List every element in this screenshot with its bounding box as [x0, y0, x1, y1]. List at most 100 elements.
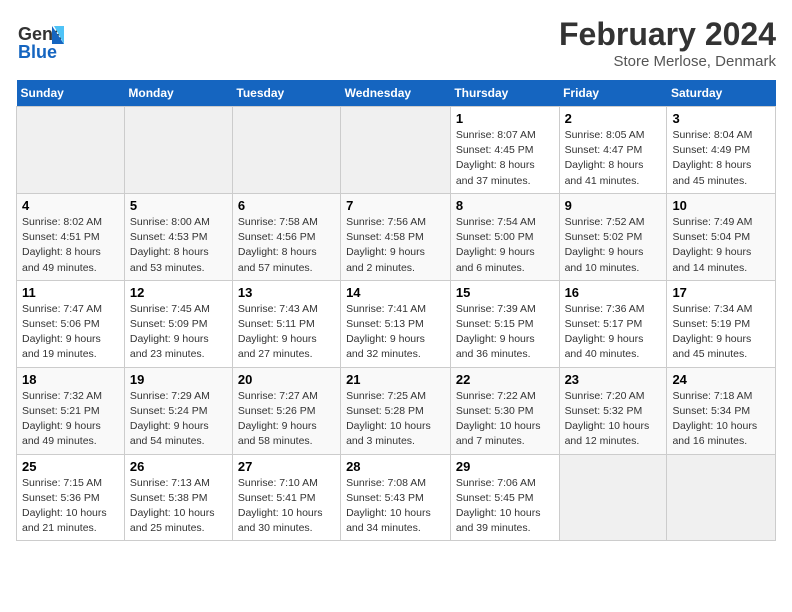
calendar-cell	[559, 454, 667, 541]
day-number: 21	[346, 372, 445, 387]
day-info: Sunrise: 7:27 AM Sunset: 5:26 PM Dayligh…	[238, 389, 335, 450]
day-number: 5	[130, 198, 227, 213]
day-info: Sunrise: 7:52 AM Sunset: 5:02 PM Dayligh…	[565, 215, 662, 276]
calendar-cell: 4Sunrise: 8:02 AM Sunset: 4:51 PM Daylig…	[17, 193, 125, 280]
calendar-cell: 25 Sunrise: 7:15 AM Sunset: 5:36 PM Dayli…	[17, 454, 125, 541]
day-number: 1	[456, 111, 554, 126]
page-header: General Blue February 2024 Store Merlose…	[16, 16, 776, 70]
calendar-cell: 7 Sunrise: 7:56 AM Sunset: 4:58 PM Daylig…	[341, 193, 451, 280]
calendar-cell: 27Sunrise: 7:10 AM Sunset: 5:41 PM Dayli…	[232, 454, 340, 541]
day-info: Sunrise: 7:22 AM Sunset: 5:30 PM Dayligh…	[456, 389, 554, 450]
day-number: 13	[238, 285, 335, 300]
day-info: Sunrise: 7:54 AM Sunset: 5:00 PM Dayligh…	[456, 215, 554, 276]
logo: General Blue	[16, 16, 64, 64]
day-info: Sunrise: 7:20 AM Sunset: 5:32 PM Dayligh…	[565, 389, 662, 450]
day-number: 3	[672, 111, 770, 126]
svg-text:Blue: Blue	[18, 42, 57, 62]
calendar-cell: 18 Sunrise: 7:32 AM Sunset: 5:21 PM Dayli…	[17, 367, 125, 454]
day-info: Sunrise: 7:47 AM Sunset: 5:06 PM Dayligh…	[22, 302, 119, 363]
weekday-header-row: SundayMondayTuesdayWednesdayThursdayFrid…	[17, 80, 776, 107]
calendar-cell: 8 Sunrise: 7:54 AM Sunset: 5:00 PM Daylig…	[450, 193, 559, 280]
day-info: Sunrise: 7:25 AM Sunset: 5:28 PM Dayligh…	[346, 389, 445, 450]
day-info: Sunrise: 7:41 AM Sunset: 5:13 PM Dayligh…	[346, 302, 445, 363]
day-number: 7	[346, 198, 445, 213]
calendar-cell	[667, 454, 776, 541]
calendar-table: SundayMondayTuesdayWednesdayThursdayFrid…	[16, 80, 776, 541]
location-subtitle: Store Merlose, Denmark	[559, 53, 776, 70]
calendar-cell: 11 Sunrise: 7:47 AM Sunset: 5:06 PM Dayli…	[17, 280, 125, 367]
calendar-cell	[341, 107, 451, 194]
calendar-cell: 17 Sunrise: 7:34 AM Sunset: 5:19 PM Dayli…	[667, 280, 776, 367]
calendar-cell: 6 Sunrise: 7:58 AM Sunset: 4:56 PM Daylig…	[232, 193, 340, 280]
day-number: 24	[672, 372, 770, 387]
day-info: Sunrise: 8:00 AM Sunset: 4:53 PM Dayligh…	[130, 215, 227, 276]
day-number: 16	[565, 285, 662, 300]
calendar-cell: 5 Sunrise: 8:00 AM Sunset: 4:53 PM Daylig…	[124, 193, 232, 280]
day-info: Sunrise: 7:36 AM Sunset: 5:17 PM Dayligh…	[565, 302, 662, 363]
calendar-cell: 26 Sunrise: 7:13 AM Sunset: 5:38 PM Dayli…	[124, 454, 232, 541]
weekday-header-tuesday: Tuesday	[232, 80, 340, 107]
calendar-cell: 22Sunrise: 7:22 AM Sunset: 5:30 PM Dayli…	[450, 367, 559, 454]
day-number: 28	[346, 459, 445, 474]
calendar-cell: 13 Sunrise: 7:43 AM Sunset: 5:11 PM Dayli…	[232, 280, 340, 367]
week-row-5: 25 Sunrise: 7:15 AM Sunset: 5:36 PM Dayli…	[17, 454, 776, 541]
day-info: Sunrise: 7:49 AM Sunset: 5:04 PM Dayligh…	[672, 215, 770, 276]
day-info: Sunrise: 7:34 AM Sunset: 5:19 PM Dayligh…	[672, 302, 770, 363]
day-number: 17	[672, 285, 770, 300]
logo-icon: General Blue	[16, 16, 64, 64]
day-number: 18	[22, 372, 119, 387]
day-info: Sunrise: 8:02 AM Sunset: 4:51 PM Dayligh…	[22, 215, 119, 276]
week-row-4: 18 Sunrise: 7:32 AM Sunset: 5:21 PM Dayli…	[17, 367, 776, 454]
day-number: 14	[346, 285, 445, 300]
day-number: 20	[238, 372, 335, 387]
day-info: Sunrise: 7:29 AM Sunset: 5:24 PM Dayligh…	[130, 389, 227, 450]
calendar-cell: 3 Sunrise: 8:04 AM Sunset: 4:49 PM Daylig…	[667, 107, 776, 194]
day-info: Sunrise: 8:07 AM Sunset: 4:45 PM Dayligh…	[456, 128, 554, 189]
day-number: 11	[22, 285, 119, 300]
day-number: 12	[130, 285, 227, 300]
day-number: 23	[565, 372, 662, 387]
calendar-cell: 1 Sunrise: 8:07 AM Sunset: 4:45 PM Daylig…	[450, 107, 559, 194]
calendar-cell: 9 Sunrise: 7:52 AM Sunset: 5:02 PM Daylig…	[559, 193, 667, 280]
calendar-cell: 20 Sunrise: 7:27 AM Sunset: 5:26 PM Dayli…	[232, 367, 340, 454]
day-info: Sunrise: 7:08 AM Sunset: 5:43 PM Dayligh…	[346, 476, 445, 537]
day-info: Sunrise: 7:43 AM Sunset: 5:11 PM Dayligh…	[238, 302, 335, 363]
day-number: 19	[130, 372, 227, 387]
day-number: 25	[22, 459, 119, 474]
day-number: 2	[565, 111, 662, 126]
day-info: Sunrise: 7:13 AM Sunset: 5:38 PM Dayligh…	[130, 476, 227, 537]
day-number: 29	[456, 459, 554, 474]
day-info: Sunrise: 8:05 AM Sunset: 4:47 PM Dayligh…	[565, 128, 662, 189]
day-number: 15	[456, 285, 554, 300]
day-number: 26	[130, 459, 227, 474]
calendar-cell: 28 Sunrise: 7:08 AM Sunset: 5:43 PM Dayli…	[341, 454, 451, 541]
title-block: February 2024 Store Merlose, Denmark	[559, 16, 776, 70]
calendar-cell: 2 Sunrise: 8:05 AM Sunset: 4:47 PM Daylig…	[559, 107, 667, 194]
calendar-cell: 10 Sunrise: 7:49 AM Sunset: 5:04 PM Dayli…	[667, 193, 776, 280]
day-info: Sunrise: 7:06 AM Sunset: 5:45 PM Dayligh…	[456, 476, 554, 537]
day-number: 8	[456, 198, 554, 213]
calendar-cell: 15 Sunrise: 7:39 AM Sunset: 5:15 PM Dayli…	[450, 280, 559, 367]
day-info: Sunrise: 7:32 AM Sunset: 5:21 PM Dayligh…	[22, 389, 119, 450]
calendar-cell: 23 Sunrise: 7:20 AM Sunset: 5:32 PM Dayli…	[559, 367, 667, 454]
day-info: Sunrise: 7:58 AM Sunset: 4:56 PM Dayligh…	[238, 215, 335, 276]
day-info: Sunrise: 7:45 AM Sunset: 5:09 PM Dayligh…	[130, 302, 227, 363]
day-info: Sunrise: 8:04 AM Sunset: 4:49 PM Dayligh…	[672, 128, 770, 189]
calendar-cell: 16 Sunrise: 7:36 AM Sunset: 5:17 PM Dayli…	[559, 280, 667, 367]
calendar-cell: 19 Sunrise: 7:29 AM Sunset: 5:24 PM Dayli…	[124, 367, 232, 454]
month-year-title: February 2024	[559, 16, 776, 53]
week-row-1: 1 Sunrise: 8:07 AM Sunset: 4:45 PM Daylig…	[17, 107, 776, 194]
week-row-2: 4Sunrise: 8:02 AM Sunset: 4:51 PM Daylig…	[17, 193, 776, 280]
weekday-header-sunday: Sunday	[17, 80, 125, 107]
day-number: 9	[565, 198, 662, 213]
weekday-header-saturday: Saturday	[667, 80, 776, 107]
day-info: Sunrise: 7:18 AM Sunset: 5:34 PM Dayligh…	[672, 389, 770, 450]
day-number: 10	[672, 198, 770, 213]
day-number: 6	[238, 198, 335, 213]
day-info: Sunrise: 7:15 AM Sunset: 5:36 PM Dayligh…	[22, 476, 119, 537]
calendar-cell: 12 Sunrise: 7:45 AM Sunset: 5:09 PM Dayli…	[124, 280, 232, 367]
day-number: 27	[238, 459, 335, 474]
day-info: Sunrise: 7:56 AM Sunset: 4:58 PM Dayligh…	[346, 215, 445, 276]
day-info: Sunrise: 7:39 AM Sunset: 5:15 PM Dayligh…	[456, 302, 554, 363]
calendar-cell	[124, 107, 232, 194]
